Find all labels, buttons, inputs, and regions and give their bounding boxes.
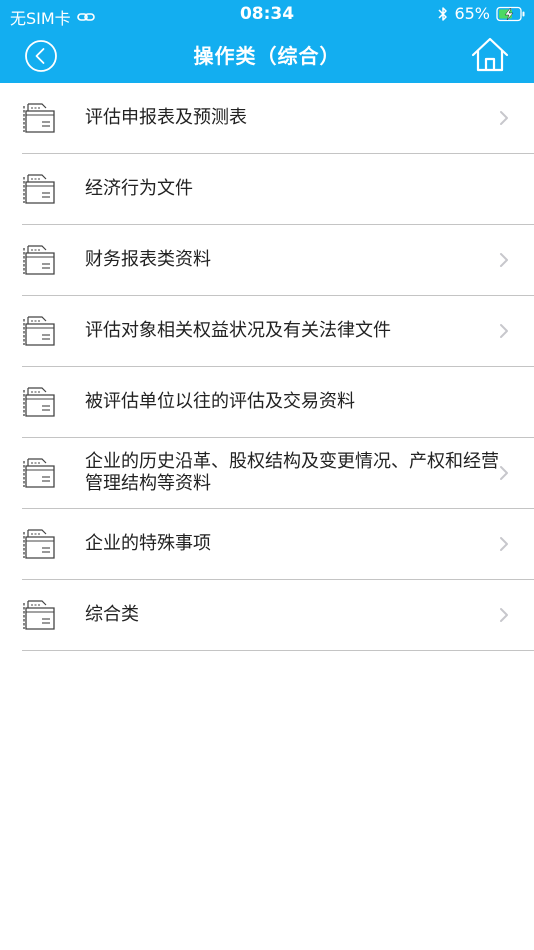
status-right: 65% <box>438 4 526 23</box>
list-item[interactable]: 企业的历史沿革、股权结构及变更情况、产权和经营管理结构等资料 <box>22 438 534 509</box>
chevron-right-icon <box>500 537 508 551</box>
chevron-right-icon <box>500 324 508 338</box>
list-item[interactable]: 被评估单位以往的评估及交易资料 <box>22 367 534 438</box>
list-item-label: 评估申报表及预测表 <box>85 107 247 128</box>
document-folder-icon <box>23 600 55 630</box>
document-folder-icon <box>23 458 55 488</box>
bluetooth-icon <box>438 6 448 21</box>
document-folder-icon <box>23 245 55 275</box>
list-item-label: 被评估单位以往的评估及交易资料 <box>85 391 355 412</box>
chevron-right-icon <box>500 608 508 622</box>
document-folder-icon <box>23 103 55 133</box>
battery-percent: 65% <box>454 4 490 23</box>
status-bar: 无SIM卡 08:34 65% <box>0 0 534 28</box>
list-item-label: 财务报表类资料 <box>85 249 211 270</box>
document-folder-icon <box>23 387 55 417</box>
page-title: 操作类（综合） <box>193 44 341 68</box>
category-list: 评估申报表及预测表 经济行为文件 财务报表类资料 评估对象相关权益状况及有关法律… <box>22 83 534 651</box>
chevron-right-icon <box>500 111 508 125</box>
list-item[interactable]: 企业的特殊事项 <box>22 509 534 580</box>
list-item[interactable]: 综合类 <box>22 580 534 651</box>
document-folder-icon <box>23 316 55 346</box>
list-item[interactable]: 经济行为文件 <box>22 154 534 225</box>
list-item-label: 企业的特殊事项 <box>85 533 211 554</box>
list-item[interactable]: 评估对象相关权益状况及有关法律文件 <box>22 296 534 367</box>
chevron-right-icon <box>500 466 508 480</box>
chevron-right-icon <box>500 253 508 267</box>
list-item-label: 综合类 <box>85 604 139 625</box>
nav-bar: 操作类（综合） <box>0 28 534 83</box>
app-header: 无SIM卡 08:34 65% 操作类（综合） <box>0 0 534 83</box>
home-button[interactable] <box>470 36 510 74</box>
battery-charging-icon <box>496 6 525 21</box>
document-folder-icon <box>23 529 55 559</box>
list-item[interactable]: 评估申报表及预测表 <box>22 83 534 154</box>
list-item[interactable]: 财务报表类资料 <box>22 225 534 296</box>
document-folder-icon <box>23 174 55 204</box>
list-item-label: 评估对象相关权益状况及有关法律文件 <box>85 320 391 341</box>
list-item-label: 经济行为文件 <box>85 178 193 199</box>
list-item-label: 企业的历史沿革、股权结构及变更情况、产权和经营管理结构等资料 <box>85 451 499 494</box>
